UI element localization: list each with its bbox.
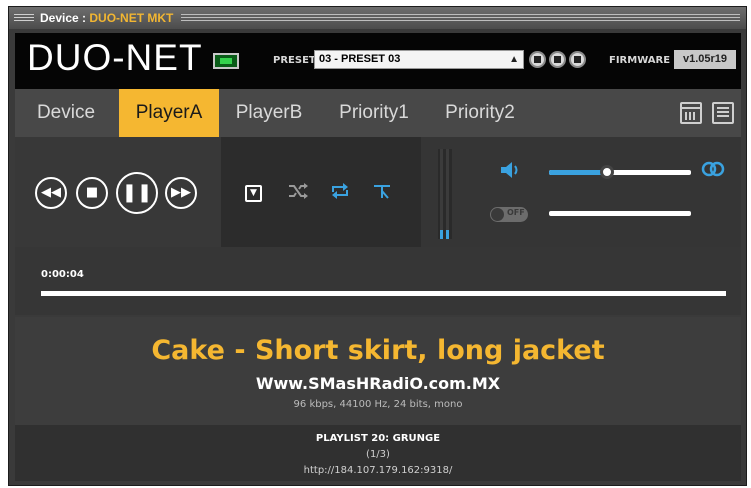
pause-icon: ❚❚: [121, 182, 153, 203]
window-title: Device : DUO-NET MKT: [40, 11, 173, 25]
preset-label: PRESET: [273, 55, 316, 66]
stream-format: 96 kbps, 44100 Hz, 24 bits, mono: [293, 399, 463, 410]
titlebar-grip: [181, 13, 740, 23]
pause-button[interactable]: ❚❚: [116, 172, 158, 214]
secondary-slider[interactable]: [549, 211, 691, 216]
vu-meter: [438, 149, 452, 239]
playlist-position: (1/3): [366, 449, 390, 460]
status-led-icon: [213, 53, 239, 69]
skip-previous-icon: ◀◀: [41, 185, 61, 200]
fork-icon[interactable]: [371, 182, 393, 204]
now-playing: Cake - Short skirt, long jacket Www.SMas…: [15, 317, 741, 425]
toggle-label: OFF: [507, 208, 525, 217]
firmware-version: v1.05r19: [674, 50, 736, 69]
list-icon[interactable]: [712, 102, 734, 124]
vu-left-level: [440, 230, 443, 239]
toggle-knob: [491, 208, 504, 221]
copy-preset-button[interactable]: [549, 51, 566, 68]
volume-slider-knob[interactable]: [600, 165, 615, 179]
playlist-name: PLAYLIST 20: GRUNGE: [315, 433, 441, 444]
vu-left-channel: [440, 149, 443, 239]
tab-bar: Device PlayerA PlayerB Priority1 Priorit…: [15, 89, 741, 137]
elapsed-time: 0:00:04: [41, 269, 84, 280]
stop-button[interactable]: ■: [76, 177, 108, 209]
grip-icon: [14, 13, 34, 23]
stop-icon: ■: [85, 185, 99, 200]
preset-select[interactable]: 03 - PRESET 03 ▲︎: [314, 50, 524, 69]
logo: DUO-NET: [27, 37, 203, 78]
station-name: Www.SMasHRadiO.com.MX: [255, 374, 501, 393]
top-bar: DUO-NET PRESET 03 - PRESET 03 ▲︎ FIRMWAR…: [15, 33, 741, 89]
tab-player-b[interactable]: PlayerB: [221, 89, 317, 137]
tab-player-a[interactable]: PlayerA: [119, 89, 219, 137]
skip-next-button[interactable]: ▶▶: [165, 177, 197, 209]
audio-controls: OFF: [475, 137, 741, 247]
volume-slider[interactable]: [549, 165, 691, 179]
transport-controls: ◀◀ ■ ❚❚ ▶▶: [15, 137, 221, 247]
calendar-icon[interactable]: [680, 102, 702, 124]
skip-next-icon: ▶▶: [171, 185, 191, 200]
skip-previous-button[interactable]: ◀◀: [35, 177, 67, 209]
tab-priority2[interactable]: Priority2: [427, 89, 533, 137]
volume-slider-fill: [549, 170, 608, 175]
player-controls: ◀◀ ■ ❚❚ ▶▶ ▼ OFF: [15, 137, 741, 247]
delete-preset-button[interactable]: [569, 51, 586, 68]
window-titlebar[interactable]: Device : DUO-NET MKT: [9, 7, 746, 29]
firmware-label: FIRMWARE: [609, 55, 671, 66]
dropdown-icon[interactable]: ▼: [245, 185, 262, 202]
tab-priority1[interactable]: Priority1: [321, 89, 427, 137]
speaker-icon[interactable]: [499, 159, 523, 181]
vu-right-channel: [446, 149, 449, 239]
repeat-icon[interactable]: [329, 182, 351, 204]
shuffle-icon[interactable]: [287, 182, 309, 204]
save-preset-button[interactable]: [529, 51, 546, 68]
progress-bar[interactable]: [41, 291, 726, 296]
device-window: Device : DUO-NET MKT DUO-NET PRESET 03 -…: [8, 6, 747, 486]
window-title-prefix: Device :: [40, 11, 90, 25]
timeline: 0:00:04: [15, 247, 741, 315]
off-toggle[interactable]: OFF: [490, 207, 528, 222]
select-arrows-icon: ▲︎: [509, 54, 519, 65]
link-icon[interactable]: [700, 161, 726, 177]
preset-value: 03 - PRESET 03: [319, 53, 401, 65]
tab-device[interactable]: Device: [15, 89, 117, 137]
device-name: DUO-NET MKT: [89, 11, 174, 25]
playback-modes: ▼: [221, 137, 421, 247]
playlist-info: PLAYLIST 20: GRUNGE (1/3) http://184.107…: [15, 425, 741, 481]
vu-right-level: [446, 230, 449, 239]
song-title: Cake - Short skirt, long jacket: [151, 335, 605, 366]
stream-url[interactable]: http://184.107.179.162:9318/: [15, 465, 741, 476]
